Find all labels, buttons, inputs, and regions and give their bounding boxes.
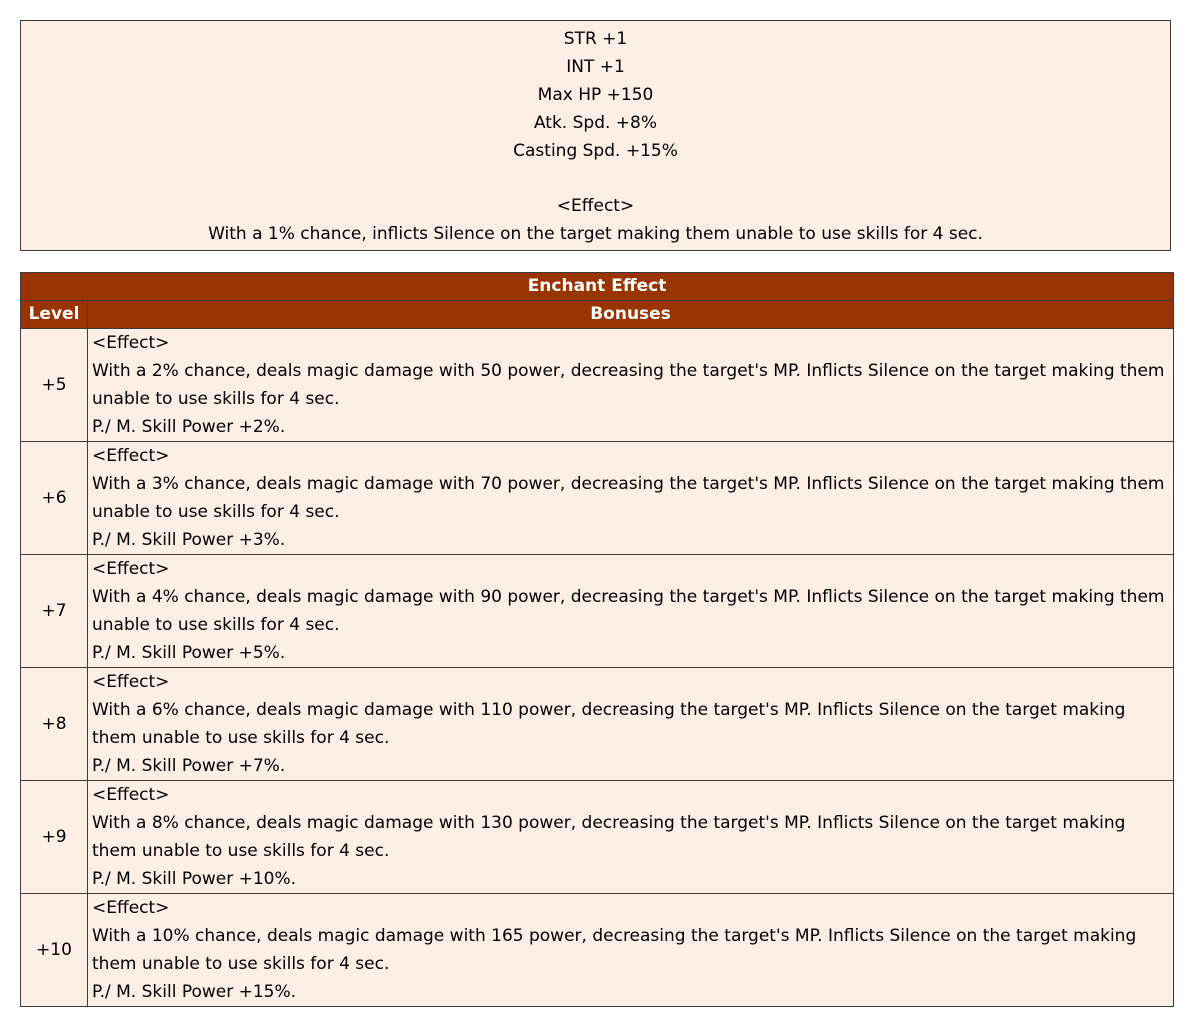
table-row: +5 <Effect> With a 2% chance, deals magi… [20, 328, 1175, 442]
bonus-cell: <Effect> With a 4% chance, deals magic d… [86, 554, 1175, 668]
effect-label: <Effect> [92, 559, 170, 579]
level-cell: +7 [20, 554, 88, 668]
table-row: +6 <Effect> With a 3% chance, deals magi… [20, 441, 1175, 555]
level-cell: +8 [20, 667, 88, 781]
level-column-header: Level [20, 300, 88, 329]
stat-casting-spd: Casting Spd. +15% [513, 140, 678, 161]
table-title-row: Enchant Effect [19, 272, 1175, 301]
effect-description: With a 4% chance, deals magic damage wit… [92, 587, 1165, 635]
item-stats-box: STR +1 INT +1 Max HP +150 Atk. Spd. +8% … [20, 20, 1171, 251]
level-cell: +9 [20, 780, 88, 894]
stat-int: INT +1 [566, 56, 625, 77]
bonus-cell: <Effect> With a 6% chance, deals magic d… [86, 667, 1175, 781]
bonus-cell: <Effect> With a 8% chance, deals magic d… [86, 780, 1175, 894]
bonus-cell: <Effect> With a 3% chance, deals magic d… [86, 441, 1175, 555]
stat-effect-label: <Effect> [556, 196, 635, 217]
stat-spacer [21, 165, 1170, 193]
level-cell: +5 [20, 328, 88, 442]
skill-power-bonus: P./ M. Skill Power +15%. [92, 982, 297, 1002]
effect-label: <Effect> [92, 672, 170, 692]
effect-description: With a 10% chance, deals magic damage wi… [92, 926, 1137, 974]
stat-str: STR +1 [563, 29, 628, 49]
skill-power-bonus: P./ M. Skill Power +2%. [92, 417, 286, 437]
table-row: +8 <Effect> With a 6% chance, deals magi… [20, 667, 1175, 781]
effect-description: With a 2% chance, deals magic damage wit… [92, 361, 1165, 409]
enchant-effect-title: Enchant Effect [19, 272, 1175, 301]
effect-description: With a 6% chance, deals magic damage wit… [92, 700, 1126, 748]
table-row: +7 <Effect> With a 4% chance, deals magi… [20, 554, 1175, 668]
stat-effect-description: With a 1% chance, inflicts Silence on th… [208, 224, 983, 245]
level-cell: +6 [20, 441, 88, 555]
effect-label: <Effect> [92, 446, 170, 466]
table-header-row: Level Bonuses [20, 300, 1175, 329]
table-row: +9 <Effect> With a 8% chance, deals magi… [20, 780, 1175, 894]
level-cell: +10 [20, 893, 88, 1007]
skill-power-bonus: P./ M. Skill Power +10%. [92, 869, 297, 889]
effect-label: <Effect> [92, 333, 170, 353]
stat-atk-spd: Atk. Spd. +8% [533, 112, 658, 133]
enchant-effect-table: Enchant Effect Level Bonuses +5 <Effect>… [19, 272, 1175, 1007]
skill-power-bonus: P./ M. Skill Power +5%. [92, 643, 286, 663]
skill-power-bonus: P./ M. Skill Power +7%. [92, 756, 286, 776]
bonus-cell: <Effect> With a 10% chance, deals magic … [86, 893, 1175, 1007]
effect-description: With a 3% chance, deals magic damage wit… [92, 474, 1165, 522]
effect-label: <Effect> [92, 785, 170, 805]
bonuses-column-header: Bonuses [86, 300, 1175, 329]
stat-max-hp: Max HP +150 [537, 84, 654, 105]
bonus-cell: <Effect> With a 2% chance, deals magic d… [86, 328, 1175, 442]
effect-description: With a 8% chance, deals magic damage wit… [92, 813, 1126, 861]
effect-label: <Effect> [92, 898, 170, 918]
skill-power-bonus: P./ M. Skill Power +3%. [92, 530, 286, 550]
table-row: +10 <Effect> With a 10% chance, deals ma… [20, 893, 1175, 1007]
